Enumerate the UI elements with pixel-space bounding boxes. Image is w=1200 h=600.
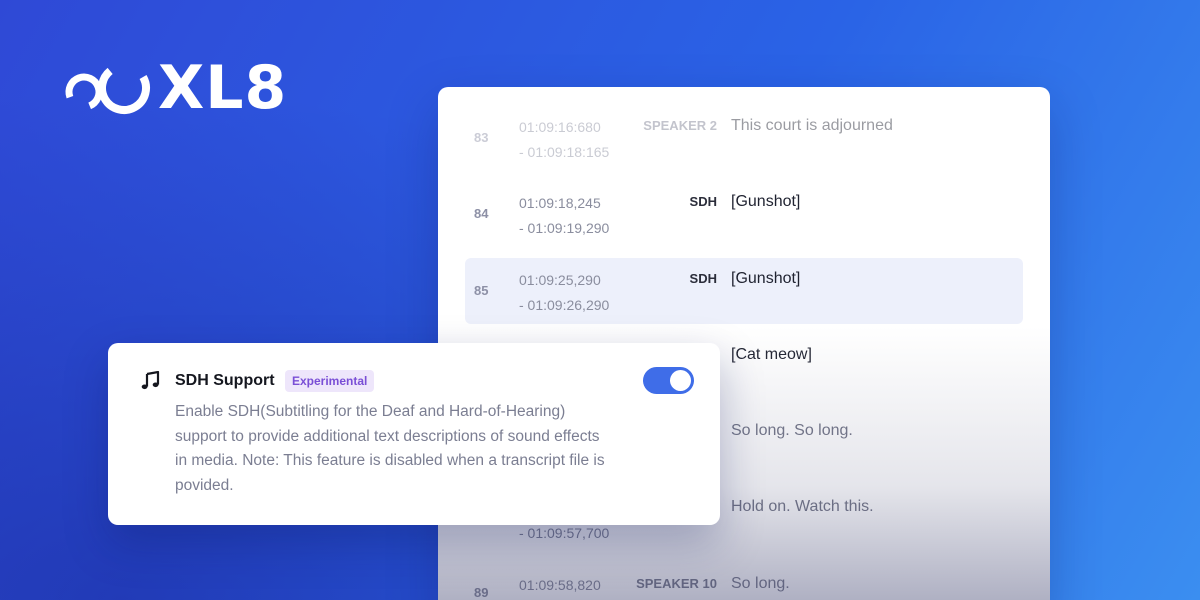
subtitle-timecode: 01:09:25,290 - 01:09:26,290 (519, 268, 609, 318)
subtitle-text: [Gunshot] (731, 193, 801, 210)
subtitle-timecode: 01:09:58,820 (519, 573, 601, 598)
subtitle-timecode: 01:09:16:680 - 01:09:18:165 (519, 115, 609, 165)
sdh-support-description: Enable SDH(Subtitling for the Deaf and H… (175, 403, 605, 494)
subtitle-row[interactable]: 83 01:09:16:680 - 01:09:18:165 SPEAKER 2… (465, 105, 1023, 171)
brand-name: XL8 (158, 53, 288, 123)
music-note-icon (141, 370, 161, 396)
subtitle-text: This court is adjourned (731, 117, 893, 134)
subtitle-index: 83 (474, 130, 489, 145)
subtitle-end-time: - 01:09:26,290 (519, 297, 610, 313)
subtitle-row[interactable]: 89 01:09:58,820 SPEAKER 10 So long. (465, 563, 1023, 600)
subtitle-text: So long. (731, 575, 790, 592)
subtitle-row[interactable]: 84 01:09:18,245 - 01:09:19,290 SDH [Guns… (465, 181, 1023, 247)
toggle-knob (670, 370, 691, 391)
subtitle-start-time: 01:09:58,820 (519, 577, 601, 593)
subtitle-speaker: SDH (689, 194, 717, 209)
subtitle-start-time: 01:09:18,245 (519, 195, 601, 211)
subtitle-speaker: SDH (689, 271, 717, 286)
subtitle-start-time: 01:09:25,290 (519, 272, 601, 288)
subtitle-text: [Cat meow] (731, 346, 812, 363)
subtitle-index: 89 (474, 585, 489, 600)
sdh-support-card: SDH Support Experimental Enable SDH(Subt… (108, 343, 720, 525)
subtitle-text: Hold on. Watch this. (731, 498, 874, 515)
subtitle-timecode: 01:09:18,245 - 01:09:19,290 (519, 191, 609, 241)
subtitle-speaker: SPEAKER 10 (636, 576, 717, 591)
xl8-logo: XL8 (62, 53, 288, 123)
subtitle-text: [Gunshot] (731, 270, 801, 287)
xl8-logo-mark-icon (65, 62, 150, 114)
subtitle-end-time: - 01:09:18:165 (519, 144, 610, 160)
subtitle-end-time: - 01:09:19,290 (519, 220, 610, 236)
sdh-support-toggle[interactable] (643, 367, 694, 394)
subtitle-speaker: SPEAKER 2 (643, 118, 717, 133)
sdh-support-title: SDH Support (175, 372, 275, 389)
subtitle-index: 84 (474, 206, 489, 221)
subtitle-text: So long. So long. (731, 422, 853, 439)
subtitle-start-time: 01:09:16:680 (519, 119, 601, 135)
subtitle-row-selected[interactable]: 85 01:09:25,290 - 01:09:26,290 SDH [Guns… (465, 258, 1023, 324)
experimental-badge: Experimental (285, 370, 375, 392)
subtitle-index: 85 (474, 283, 489, 298)
